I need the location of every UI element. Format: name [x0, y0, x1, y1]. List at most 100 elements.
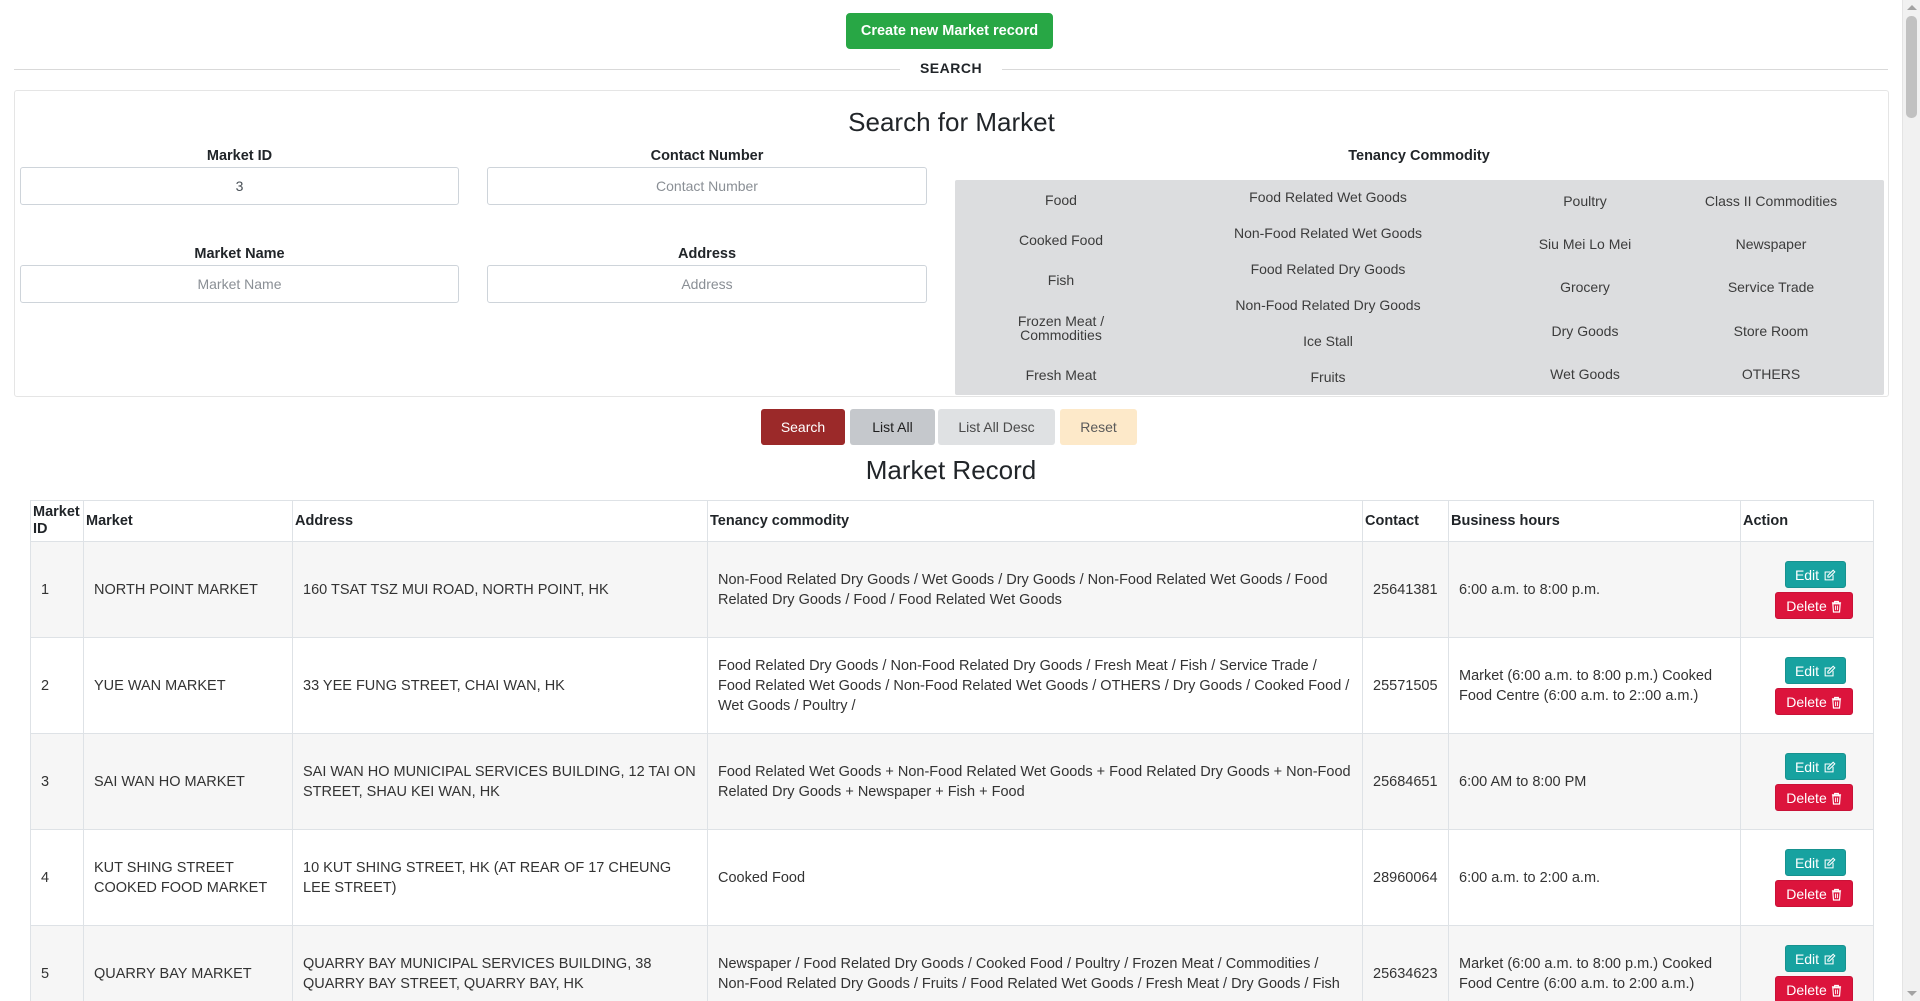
cell-contact: 25684651 — [1362, 733, 1449, 830]
page-scrollbar[interactable] — [1902, 0, 1920, 1001]
delete-label: Delete — [1786, 981, 1827, 998]
edit-button[interactable]: Edit — [1785, 752, 1846, 780]
cell-address: QUARRY BAY MUNICIPAL SERVICES BUILDING, … — [292, 925, 708, 1001]
market-name-label: Market Name — [194, 246, 285, 262]
tenancy-commodity-label: Tenancy Commodity — [1348, 148, 1490, 164]
market-record-title: Market Record — [865, 455, 1037, 485]
commodity-option[interactable]: Non-Food Related Wet Goods — [1208, 226, 1448, 240]
cell-tenancy: Food Related Wet Goods + Non-Food Relate… — [707, 733, 1363, 830]
trash-icon — [1831, 696, 1841, 709]
commodity-option[interactable]: Fish — [981, 273, 1141, 287]
edit-button[interactable]: Edit — [1785, 656, 1846, 684]
commodity-option[interactable]: Wet Goods — [1510, 367, 1660, 381]
delete-button[interactable]: Delete — [1775, 783, 1853, 811]
commodity-option[interactable]: Newspaper — [1691, 237, 1851, 251]
edit-button[interactable]: Edit — [1785, 848, 1846, 876]
column-header-market-id[interactable]: Market ID — [30, 500, 84, 542]
search-title: Search for Market — [848, 107, 1055, 137]
cell-id: 4 — [30, 829, 84, 926]
edit-square-icon — [1824, 760, 1836, 772]
market-id-label: Market ID — [206, 148, 273, 164]
reset-button[interactable]: Reset — [1060, 409, 1137, 445]
market-id-input[interactable] — [20, 167, 459, 205]
delete-button[interactable]: Delete — [1775, 879, 1853, 907]
commodity-option[interactable]: Siu Mei Lo Mei — [1510, 237, 1660, 251]
trash-icon — [1831, 984, 1841, 997]
column-header-address[interactable]: Address — [292, 500, 708, 542]
commodity-option[interactable]: OTHERS — [1691, 367, 1851, 381]
edit-button[interactable]: Edit — [1785, 944, 1846, 972]
scroll-up-arrow-icon[interactable] — [1907, 5, 1917, 10]
list-all-button[interactable]: List All — [850, 409, 935, 445]
cell-hours: Market (6:00 a.m. to 8:00 p.m.) Cooked F… — [1448, 637, 1741, 734]
delete-button[interactable]: Delete — [1775, 591, 1853, 619]
cell-id: 2 — [30, 637, 84, 734]
cell-action: Edit Delete — [1740, 637, 1874, 734]
cell-id: 1 — [30, 541, 84, 638]
delete-button[interactable]: Delete — [1775, 687, 1853, 715]
column-header-contact[interactable]: Contact — [1362, 500, 1449, 542]
cell-address: 10 KUT SHING STREET, HK (AT REAR OF 17 C… — [292, 829, 708, 926]
edit-square-icon — [1824, 952, 1836, 964]
header-line: Market — [33, 504, 80, 520]
commodity-option[interactable]: Fresh Meat — [981, 368, 1141, 382]
cell-market: SAI WAN HO MARKET — [83, 733, 293, 830]
commodity-option[interactable]: Cooked Food — [981, 233, 1141, 247]
cell-action: Edit Delete — [1740, 925, 1874, 1001]
commodity-option[interactable]: Frozen Meat / Commodities — [981, 314, 1141, 342]
list-all-desc-button[interactable]: List All Desc — [938, 409, 1055, 445]
commodity-option[interactable]: Food Related Dry Goods — [1208, 262, 1448, 276]
cell-id: 5 — [30, 925, 84, 1001]
address-input[interactable] — [487, 265, 927, 303]
cell-contact: 25571505 — [1362, 637, 1449, 734]
scrollbar-thumb[interactable] — [1906, 16, 1917, 118]
scroll-down-arrow-icon[interactable] — [1907, 991, 1917, 996]
cell-tenancy: Food Related Dry Goods / Non-Food Relate… — [707, 637, 1363, 734]
edit-square-icon — [1824, 856, 1836, 868]
commodity-option[interactable]: Fruits — [1208, 370, 1448, 384]
delete-label: Delete — [1786, 789, 1827, 806]
cell-tenancy: Newspaper / Food Related Dry Goods / Coo… — [707, 925, 1363, 1001]
delete-label: Delete — [1786, 597, 1827, 614]
commodity-option-line: Frozen Meat / — [1017, 313, 1105, 329]
delete-label: Delete — [1786, 693, 1827, 710]
commodity-option[interactable]: Service Trade — [1691, 280, 1851, 294]
edit-label: Edit — [1794, 566, 1820, 583]
cell-contact: 25641381 — [1362, 541, 1449, 638]
cell-action: Edit Delete — [1740, 733, 1874, 830]
trash-icon — [1831, 888, 1841, 901]
delete-label: Delete — [1786, 885, 1827, 902]
address-label: Address — [677, 246, 737, 262]
commodity-option[interactable]: Ice Stall — [1208, 334, 1448, 348]
edit-label: Edit — [1794, 950, 1820, 967]
cell-address: SAI WAN HO MUNICIPAL SERVICES BUILDING, … — [292, 733, 708, 830]
cell-tenancy: Non-Food Related Dry Goods / Wet Goods /… — [707, 541, 1363, 638]
commodity-option[interactable]: Class II Commodities — [1691, 194, 1851, 208]
commodity-option[interactable]: Poultry — [1510, 194, 1660, 208]
commodity-option[interactable]: Dry Goods — [1510, 324, 1660, 338]
commodity-option[interactable]: Store Room — [1691, 324, 1851, 338]
edit-square-icon — [1824, 568, 1836, 580]
market-name-input[interactable] — [20, 265, 459, 303]
cell-hours: 6:00 AM to 8:00 PM — [1448, 733, 1741, 830]
commodity-option[interactable]: Grocery — [1510, 280, 1660, 294]
commodity-option[interactable]: Non-Food Related Dry Goods — [1208, 298, 1448, 312]
commodity-option-line: Commodities — [1020, 327, 1102, 343]
commodity-option[interactable]: Food Related Wet Goods — [1208, 190, 1448, 204]
create-market-record-button[interactable]: Create new Market record — [846, 13, 1053, 49]
search-button[interactable]: Search — [761, 409, 845, 445]
cell-hours: 6:00 a.m. to 8:00 p.m. — [1448, 541, 1741, 638]
edit-label: Edit — [1794, 662, 1820, 679]
column-header-hours[interactable]: Business hours — [1448, 500, 1741, 542]
column-header-tenancy[interactable]: Tenancy commodity — [707, 500, 1363, 542]
table-row: 4 KUT SHING STREET COOKED FOOD MARKET 10… — [30, 829, 1874, 926]
header-line: ID — [33, 521, 48, 537]
delete-button[interactable]: Delete — [1775, 975, 1853, 1001]
cell-action: Edit Delete — [1740, 541, 1874, 638]
contact-number-input[interactable] — [487, 167, 927, 205]
page: Create new Market record SEARCH Search f… — [0, 0, 1902, 1001]
table-row: 2 YUE WAN MARKET 33 YEE FUNG STREET, CHA… — [30, 637, 1874, 734]
column-header-market[interactable]: Market — [83, 500, 293, 542]
commodity-option[interactable]: Food — [981, 193, 1141, 207]
edit-button[interactable]: Edit — [1785, 560, 1846, 588]
